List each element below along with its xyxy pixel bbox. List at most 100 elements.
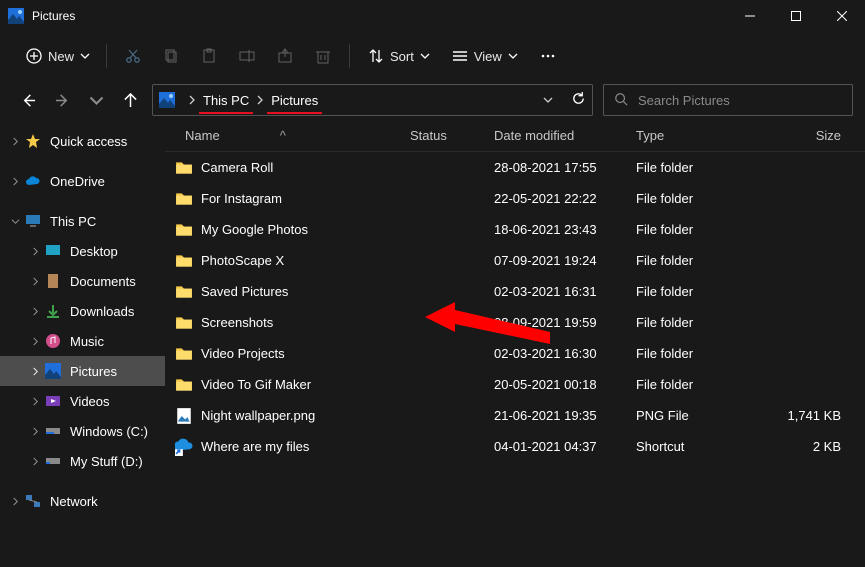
- file-type: File folder: [636, 160, 760, 175]
- rename-button[interactable]: [229, 38, 265, 74]
- column-date[interactable]: Date modified: [494, 128, 636, 143]
- navigation-pane: Quick access OneDrive This PC Desktop Do…: [0, 120, 165, 567]
- paste-button[interactable]: [191, 38, 227, 74]
- up-button[interactable]: [118, 85, 142, 115]
- title-bar: Pictures: [0, 0, 865, 32]
- chevron-right-icon[interactable]: [28, 424, 42, 438]
- file-date: 28-08-2021 17:55: [494, 160, 636, 175]
- file-name: PhotoScape X: [201, 253, 284, 268]
- address-bar-row: This PC Pictures: [0, 80, 865, 120]
- back-button[interactable]: [16, 85, 40, 115]
- file-row[interactable]: Screenshots08-09-2021 19:59File folder: [165, 307, 865, 338]
- file-type: File folder: [636, 377, 760, 392]
- file-date: 18-06-2021 23:43: [494, 222, 636, 237]
- view-button[interactable]: View: [442, 38, 528, 74]
- cut-button[interactable]: [115, 38, 151, 74]
- column-name[interactable]: Name^: [165, 128, 410, 143]
- file-date: 02-03-2021 16:30: [494, 346, 636, 361]
- file-row[interactable]: Where are my files04-01-2021 04:37Shortc…: [165, 431, 865, 462]
- breadcrumb-this-pc[interactable]: This PC: [201, 93, 251, 108]
- chevron-down-icon: [508, 49, 518, 64]
- file-size: 2 KB: [760, 439, 865, 454]
- breadcrumb-pictures[interactable]: Pictures: [269, 93, 320, 108]
- folder-icon: [175, 345, 193, 363]
- music-icon: [45, 333, 61, 349]
- chevron-right-icon[interactable]: [255, 93, 265, 108]
- column-type[interactable]: Type: [636, 128, 760, 143]
- file-rows: Camera Roll28-08-2021 17:55File folderFo…: [165, 152, 865, 567]
- file-row[interactable]: My Google Photos18-06-2021 23:43File fol…: [165, 214, 865, 245]
- column-status[interactable]: Status: [410, 128, 494, 143]
- delete-button[interactable]: [305, 38, 341, 74]
- more-button[interactable]: [530, 38, 566, 74]
- file-row[interactable]: Saved Pictures02-03-2021 16:31File folde…: [165, 276, 865, 307]
- share-button[interactable]: [267, 38, 303, 74]
- file-date: 02-03-2021 16:31: [494, 284, 636, 299]
- chevron-right-icon[interactable]: [8, 174, 22, 188]
- file-date: 07-09-2021 19:24: [494, 253, 636, 268]
- chevron-right-icon[interactable]: [28, 244, 42, 258]
- file-row[interactable]: PhotoScape X07-09-2021 19:24File folder: [165, 245, 865, 276]
- maximize-button[interactable]: [773, 0, 819, 32]
- chevron-right-icon[interactable]: [28, 304, 42, 318]
- new-button[interactable]: New: [12, 38, 98, 74]
- file-date: 22-05-2021 22:22: [494, 191, 636, 206]
- file-date: 04-01-2021 04:37: [494, 439, 636, 454]
- recent-button[interactable]: [84, 85, 108, 115]
- chevron-right-icon[interactable]: [8, 134, 22, 148]
- png-icon: [175, 407, 193, 425]
- sidebar-onedrive[interactable]: OneDrive: [0, 166, 165, 196]
- chevron-right-icon[interactable]: [28, 454, 42, 468]
- sidebar-documents[interactable]: Documents: [0, 266, 165, 296]
- minimize-button[interactable]: [727, 0, 773, 32]
- view-label: View: [474, 49, 502, 64]
- chevron-down-icon[interactable]: [543, 93, 553, 108]
- search-input[interactable]: [638, 93, 842, 108]
- chevron-right-icon[interactable]: [28, 364, 42, 378]
- sort-button[interactable]: Sort: [358, 38, 440, 74]
- forward-button[interactable]: [50, 85, 74, 115]
- network-icon: [25, 493, 41, 509]
- chevron-right-icon[interactable]: [187, 93, 197, 108]
- chevron-down-icon[interactable]: [8, 214, 22, 228]
- sidebar-quick-access[interactable]: Quick access: [0, 126, 165, 156]
- drive-icon: [45, 453, 61, 469]
- sidebar-my-stuff-d[interactable]: My Stuff (D:): [0, 446, 165, 476]
- chevron-right-icon[interactable]: [28, 394, 42, 408]
- sidebar-network[interactable]: Network: [0, 486, 165, 516]
- sidebar-downloads[interactable]: Downloads: [0, 296, 165, 326]
- chevron-right-icon[interactable]: [28, 334, 42, 348]
- file-row[interactable]: Camera Roll 28-08-2021 17:55File folder: [165, 152, 865, 183]
- column-size[interactable]: Size: [760, 128, 865, 143]
- file-type: File folder: [636, 315, 760, 330]
- file-size: 1,741 KB: [760, 408, 865, 423]
- sidebar-windows-c[interactable]: Windows (C:): [0, 416, 165, 446]
- new-label: New: [48, 49, 74, 64]
- copy-button[interactable]: [153, 38, 189, 74]
- file-name: Camera Roll: [201, 160, 273, 175]
- sidebar-this-pc[interactable]: This PC: [0, 206, 165, 236]
- sidebar-videos[interactable]: Videos: [0, 386, 165, 416]
- refresh-button[interactable]: [571, 91, 586, 109]
- file-row[interactable]: Video To Gif Maker20-05-2021 00:18File f…: [165, 369, 865, 400]
- address-bar[interactable]: This PC Pictures: [152, 84, 593, 116]
- file-row[interactable]: For Instagram22-05-2021 22:22File folder: [165, 183, 865, 214]
- sidebar-desktop[interactable]: Desktop: [0, 236, 165, 266]
- file-row[interactable]: Night wallpaper.png21-06-2021 19:35PNG F…: [165, 400, 865, 431]
- chevron-right-icon[interactable]: [28, 274, 42, 288]
- sidebar-music[interactable]: Music: [0, 326, 165, 356]
- desktop-icon: [45, 243, 61, 259]
- chevron-down-icon: [80, 49, 90, 64]
- close-button[interactable]: [819, 0, 865, 32]
- file-name: Video To Gif Maker: [201, 377, 311, 392]
- window-title: Pictures: [32, 9, 727, 23]
- search-box[interactable]: [603, 84, 853, 116]
- sort-indicator-icon: ^: [280, 128, 286, 143]
- sidebar-pictures[interactable]: Pictures: [0, 356, 165, 386]
- pictures-icon: [159, 92, 175, 108]
- star-icon: [25, 133, 41, 149]
- file-row[interactable]: Video Projects02-03-2021 16:30File folde…: [165, 338, 865, 369]
- folder-icon: [175, 190, 193, 208]
- chevron-right-icon[interactable]: [8, 494, 22, 508]
- folder-icon: [175, 314, 193, 332]
